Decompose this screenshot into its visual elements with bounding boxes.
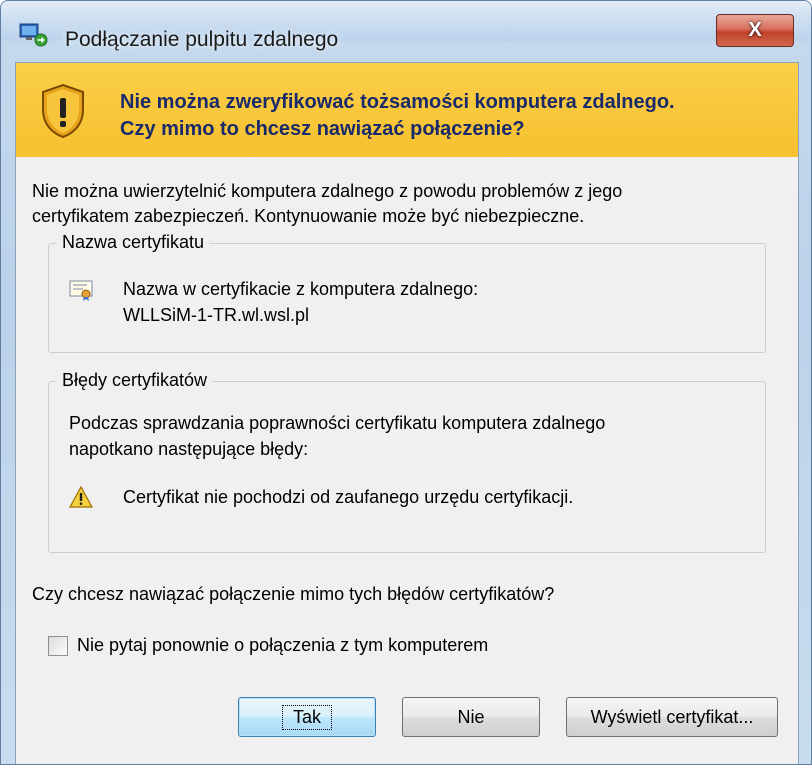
cert-name-legend: Nazwa certyfikatu [57, 232, 210, 253]
dialog-client: Nie można zweryfikować tożsamości komput… [15, 62, 799, 764]
view-certificate-button[interactable]: Wyświetl certyfikat... [566, 697, 778, 737]
window-title: Podłączanie pulpitu zdalnego [65, 28, 339, 51]
cert-errors-legend: Błędy certyfikatów [57, 370, 213, 391]
dont-ask-again-checkbox[interactable] [48, 635, 68, 656]
warning-banner: Nie można zweryfikować tożsamości komput… [16, 63, 798, 158]
intro-line-1: Nie można uwierzytelnić komputera zdalne… [32, 181, 623, 201]
banner-message: Nie można zweryfikować tożsamości komput… [120, 89, 780, 143]
question-text: Czy chcesz nawiązać połączenie mimo tych… [32, 584, 555, 604]
close-icon: X [748, 19, 762, 41]
dialog-window: Podłączanie pulpitu zdalnego X Nie można… [0, 0, 812, 765]
view-certificate-label: Wyświetl certyfikat... [590, 706, 754, 727]
yes-button[interactable]: Tak [238, 697, 376, 737]
title-bar[interactable]: Podłączanie pulpitu zdalnego X [1, 1, 811, 51]
cert-name-label: Nazwa w certyfikacie z komputera zdalneg… [123, 279, 479, 299]
dialog-content: Nie można uwierzytelnić komputera zdalne… [16, 157, 798, 764]
cert-errors-line-1: Podczas sprawdzania poprawności certyfik… [69, 413, 606, 433]
intro-line-2: certyfikatem zabezpieczeń. Kontynuowanie… [32, 206, 585, 226]
cert-errors-line-2: napotkano następujące błędy: [69, 439, 309, 459]
no-button-label: Nie [457, 706, 485, 727]
shield-warning-icon [42, 83, 84, 139]
no-button[interactable]: Nie [402, 697, 540, 737]
warning-icon [69, 486, 93, 508]
cert-name-group: Nazwa certyfikatu Nazwa w certyfikacie z… [48, 232, 766, 353]
banner-line-2: Czy mimo to chcesz nawiązać połączenie? [120, 118, 525, 140]
cert-error-item: Certyfikat nie pochodzi od zaufanego urz… [123, 487, 574, 507]
yes-button-label: Tak [281, 704, 332, 730]
dont-ask-again-row[interactable]: Nie pytaj ponownie o połączenia z tym ko… [48, 635, 488, 656]
intro-text: Nie można uwierzytelnić komputera zdalne… [32, 179, 782, 229]
close-button[interactable]: X [716, 14, 794, 47]
certificate-icon [69, 280, 93, 301]
remote-desktop-icon [19, 23, 48, 47]
dont-ask-again-label[interactable]: Nie pytaj ponownie o połączenia z tym ko… [77, 635, 488, 656]
cert-name-value: WLLSiM-1-TR.wl.wsl.pl [123, 305, 310, 325]
banner-line-1: Nie można zweryfikować tożsamości komput… [120, 91, 675, 113]
cert-errors-group: Błędy certyfikatów Podczas sprawdzania p… [48, 370, 766, 553]
